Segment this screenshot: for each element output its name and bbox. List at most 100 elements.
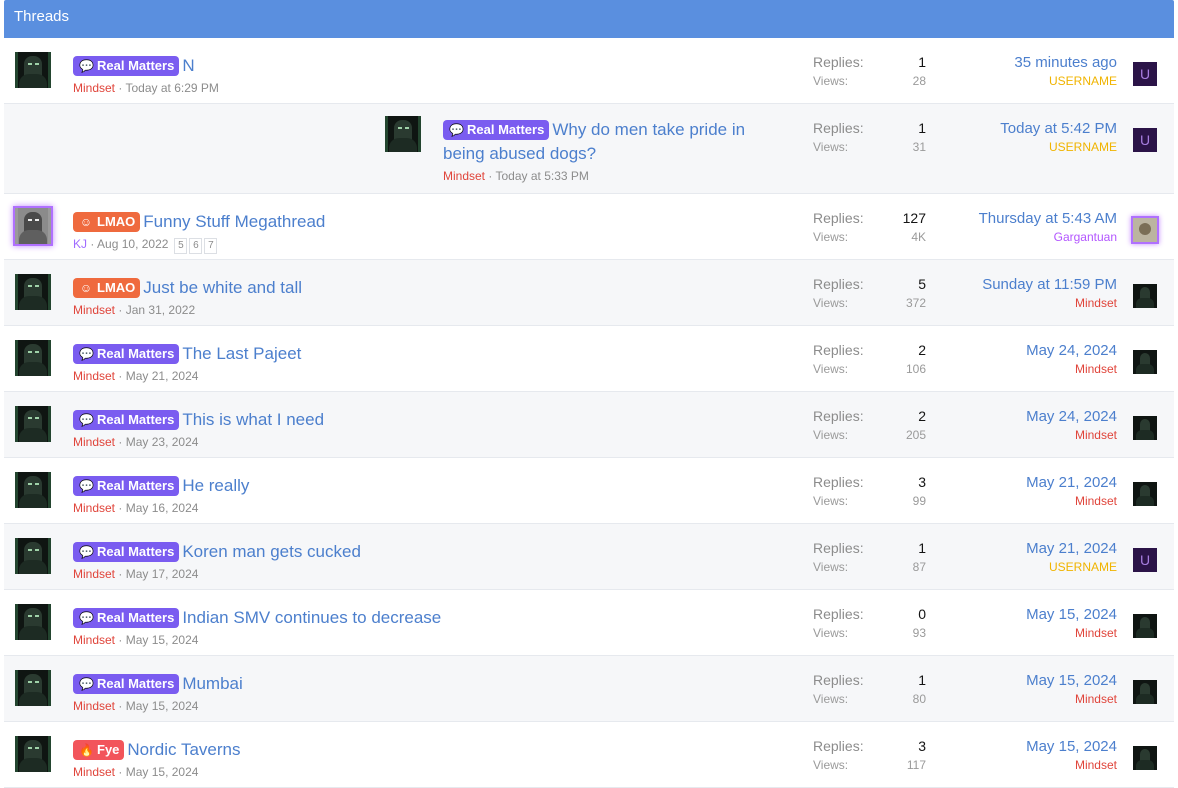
last-post-user[interactable]: Mindset	[1026, 426, 1117, 444]
thread-prefix-label[interactable]: 💬 Real Matters	[73, 476, 180, 496]
thread-start-date[interactable]: May 15, 2024	[126, 765, 199, 779]
last-post-date[interactable]: May 21, 2024	[1026, 473, 1117, 492]
prefix-label-text: Fye	[97, 742, 120, 757]
page-link[interactable]: 5	[174, 238, 188, 254]
author-avatar[interactable]	[15, 274, 51, 310]
thread-prefix-label[interactable]: ☺ LMAO	[73, 278, 141, 298]
last-post-date[interactable]: May 15, 2024	[1026, 737, 1117, 756]
last-poster-avatar[interactable]	[1133, 416, 1157, 440]
thread-last-post: May 15, 2024 Mindset	[1026, 671, 1117, 708]
last-poster-avatar[interactable]	[1133, 614, 1157, 638]
thread-start-date[interactable]: May 15, 2024	[126, 633, 199, 647]
avatar-art	[28, 615, 32, 617]
last-poster-avatar[interactable]: U	[1133, 62, 1157, 86]
thread-author-link[interactable]: Mindset	[73, 303, 115, 317]
last-post-date[interactable]: May 24, 2024	[1026, 407, 1117, 426]
author-avatar[interactable]	[15, 736, 51, 772]
thread-prefix-label[interactable]: 💬 Real Matters	[73, 410, 180, 430]
last-post-date[interactable]: May 15, 2024	[1026, 671, 1117, 690]
last-post-user[interactable]: Mindset	[982, 294, 1117, 312]
thread-start-date[interactable]: Aug 10, 2022	[97, 237, 168, 251]
thread-title-link[interactable]: Mumbai	[182, 674, 242, 693]
last-post-user[interactable]: Mindset	[1026, 624, 1117, 642]
last-post-date[interactable]: 35 minutes ago	[1014, 53, 1117, 72]
last-post-user[interactable]: Mindset	[1026, 492, 1117, 510]
thread-last-post: Thursday at 5:43 AM Gargantuan	[979, 209, 1117, 246]
page-link[interactable]: 6	[189, 238, 203, 254]
thread-author-link[interactable]: Mindset	[73, 765, 115, 779]
author-avatar[interactable]	[15, 472, 51, 508]
thread-author-link[interactable]: Mindset	[73, 369, 115, 383]
thread-author-link[interactable]: Mindset	[73, 81, 115, 95]
last-poster-avatar[interactable]	[1133, 746, 1157, 770]
thread-title-link[interactable]: Just be white and tall	[143, 278, 302, 297]
thread-title-link[interactable]: Indian SMV continues to decrease	[182, 608, 441, 627]
author-avatar[interactable]	[15, 340, 51, 376]
thread-start-date[interactable]: May 16, 2024	[126, 501, 199, 515]
page-link[interactable]: 7	[204, 238, 218, 254]
thread-author-link[interactable]: KJ	[73, 237, 87, 251]
last-poster-avatar[interactable]: U	[1133, 548, 1157, 572]
author-avatar[interactable]	[15, 208, 51, 244]
last-post-user[interactable]: USERNAME	[1014, 72, 1117, 90]
thread-prefix-label[interactable]: ☺ LMAO	[73, 212, 141, 232]
last-poster-avatar[interactable]	[1133, 482, 1157, 506]
last-post-date[interactable]: Sunday at 11:59 PM	[982, 275, 1117, 294]
avatar-art	[15, 670, 18, 706]
thread-author-link[interactable]: Mindset	[73, 699, 115, 713]
avatar-art	[19, 362, 47, 376]
last-post-user[interactable]: Mindset	[1026, 756, 1117, 774]
avatar-art	[28, 681, 32, 683]
last-post-date[interactable]: Thursday at 5:43 AM	[979, 209, 1117, 228]
last-poster-avatar[interactable]	[1133, 284, 1157, 308]
last-post-user[interactable]: Mindset	[1026, 360, 1117, 378]
thread-start-date[interactable]: Today at 5:33 PM	[496, 169, 589, 183]
author-avatar[interactable]	[385, 116, 421, 152]
thread-author-link[interactable]: Mindset	[443, 169, 485, 183]
last-post-date[interactable]: May 15, 2024	[1026, 605, 1117, 624]
thread-prefix-label[interactable]: 💬 Real Matters	[73, 56, 180, 76]
last-post-date[interactable]: May 21, 2024	[1026, 539, 1117, 558]
thread-start-date[interactable]: Jan 31, 2022	[126, 303, 195, 317]
last-post-date[interactable]: Today at 5:42 PM	[1000, 119, 1117, 138]
thread-start-date[interactable]: Today at 6:29 PM	[126, 81, 219, 95]
thread-start-date[interactable]: May 23, 2024	[126, 435, 199, 449]
thread-title-link[interactable]: He really	[182, 476, 249, 495]
author-avatar[interactable]	[15, 670, 51, 706]
thread-prefix-label[interactable]: 💬 Real Matters	[73, 674, 180, 694]
last-post-user[interactable]: Mindset	[1026, 690, 1117, 708]
last-poster-avatar[interactable]	[1133, 680, 1157, 704]
thread-title-link[interactable]: The Last Pajeet	[182, 344, 301, 363]
thread-author-link[interactable]: Mindset	[73, 567, 115, 581]
thread-start-date[interactable]: May 17, 2024	[126, 567, 199, 581]
thread-prefix-label[interactable]: 💬 Real Matters	[443, 120, 550, 140]
last-poster-avatar[interactable]: U	[1133, 128, 1157, 152]
author-avatar[interactable]	[15, 538, 51, 574]
thread-prefix-label[interactable]: 🔥 Fye	[73, 740, 125, 760]
last-post-user[interactable]: Gargantuan	[979, 228, 1117, 246]
replies-count: 1	[918, 540, 926, 556]
last-post-user[interactable]: USERNAME	[1000, 138, 1117, 156]
author-avatar[interactable]	[15, 406, 51, 442]
thread-title-link[interactable]: Funny Stuff Megathread	[143, 212, 325, 231]
thread-prefix-label[interactable]: 💬 Real Matters	[73, 608, 180, 628]
thread-title-link[interactable]: This is what I need	[182, 410, 324, 429]
thread-title-link[interactable]: Koren man gets cucked	[182, 542, 361, 561]
replies-count: 3	[918, 738, 926, 754]
thread-prefix-label[interactable]: 💬 Real Matters	[73, 542, 180, 562]
last-post-date[interactable]: May 24, 2024	[1026, 341, 1117, 360]
thread-author-link[interactable]: Mindset	[73, 633, 115, 647]
thread-stats: Replies: 127 Views: 4K	[813, 209, 926, 246]
last-poster-avatar[interactable]	[1133, 218, 1157, 242]
thread-title-link[interactable]: Nordic Taverns	[127, 740, 240, 759]
last-poster-avatar[interactable]	[1133, 350, 1157, 374]
thread-start-date[interactable]: May 21, 2024	[126, 369, 199, 383]
last-post-user[interactable]: USERNAME	[1026, 558, 1117, 576]
author-avatar[interactable]	[15, 604, 51, 640]
thread-author-link[interactable]: Mindset	[73, 435, 115, 449]
thread-title-link[interactable]: N	[182, 56, 194, 75]
author-avatar[interactable]	[15, 52, 51, 88]
thread-start-date[interactable]: May 15, 2024	[126, 699, 199, 713]
thread-author-link[interactable]: Mindset	[73, 501, 115, 515]
thread-prefix-label[interactable]: 💬 Real Matters	[73, 344, 180, 364]
